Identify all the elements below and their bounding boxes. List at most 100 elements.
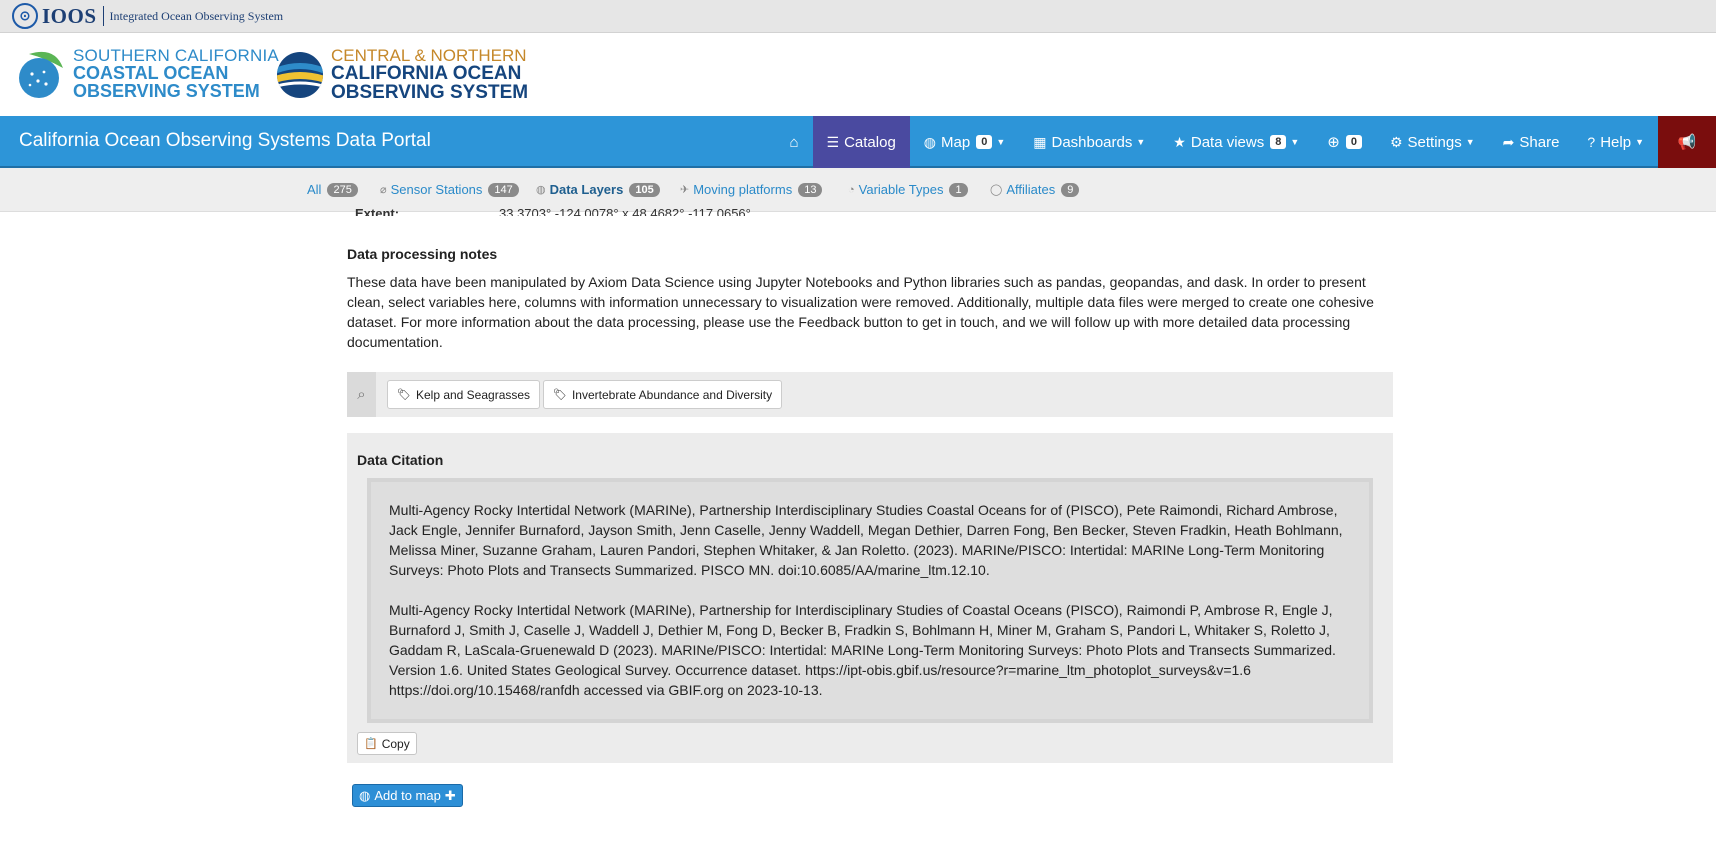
data-views-count-badge: 8 — [1270, 135, 1287, 149]
nav-share[interactable]: ➦ Share — [1489, 116, 1574, 168]
tag-invertebrate-abundance[interactable]: 🏷 Invertebrate Abundance and Diversity — [543, 380, 783, 409]
nav-announcements[interactable]: 📢 — [1658, 116, 1716, 168]
caret-down-icon: ▼ — [1465, 137, 1475, 147]
download-icon: ⊕ — [1327, 134, 1340, 151]
megaphone-icon: 📢 — [1677, 134, 1697, 151]
nav-map-label: Map — [941, 133, 971, 151]
cencoos-emblem-icon — [277, 51, 323, 98]
nav-dashboards-label: Dashboards — [1051, 133, 1133, 151]
tab-variable-types-count: 1 — [949, 182, 968, 197]
citation-section: Data Citation Multi-Agency Rocky Interti… — [347, 433, 1393, 763]
citation-paragraph-2: Multi-Agency Rocky Intertidal Network (M… — [389, 602, 1336, 698]
share-icon: ➦ — [1502, 133, 1515, 150]
copy-button[interactable]: 📋 Copy — [357, 732, 417, 755]
nav-downloads[interactable]: ⊕ 0 — [1313, 116, 1376, 168]
cencoos-line1: CENTRAL & NORTHERN — [331, 46, 527, 65]
nav-catalog-label: Catalog — [844, 133, 896, 151]
tab-sensor-stations[interactable]: ⌀ Sensor Stations 147 — [380, 182, 519, 197]
cencoos-line2: CALIFORNIA OCEAN — [331, 63, 522, 84]
tab-sensor-stations-count: 147 — [488, 182, 519, 197]
citation-text: Multi-Agency Rocky Intertidal Network (M… — [367, 478, 1373, 723]
map-count-badge: 0 — [976, 135, 993, 149]
caret-down-icon: ▼ — [1136, 137, 1146, 147]
nav-share-label: Share — [1519, 133, 1560, 151]
plus-icon: ✚ — [444, 787, 456, 803]
sccoos-emblem-icon — [19, 51, 63, 98]
tab-affiliates[interactable]: ◯ Affiliates 9 — [990, 182, 1080, 197]
star-icon: ★ — [1173, 133, 1186, 150]
ioos-separator — [102, 6, 104, 26]
nav-dashboards[interactable]: ▦ Dashboards ▼ — [1019, 116, 1159, 168]
cencoos-logo[interactable]: CENTRAL & NORTHERN CALIFORNIA OCEAN OBSE… — [275, 47, 528, 102]
tab-data-layers-label: Data Layers — [549, 182, 624, 197]
notes-body: These data have been manipulated by Axio… — [347, 274, 1374, 350]
nav-help[interactable]: ? Help ▼ — [1573, 116, 1658, 168]
sccoos-line2: COASTAL OCEAN — [73, 63, 229, 83]
list-icon: ☰ — [826, 133, 840, 150]
main-navbar: California Ocean Observing Systems Data … — [0, 116, 1716, 168]
thermometer-icon: ⌀ — [380, 184, 387, 196]
extent-label: Extent: — [355, 206, 400, 216]
globe-icon: ◍ — [359, 787, 371, 803]
tab-variable-types[interactable]: ◔ Variable Types 1 — [848, 182, 968, 197]
copy-label: Copy — [381, 736, 410, 751]
tag-label: Invertebrate Abundance and Diversity — [571, 387, 773, 402]
citation-paragraph-1: Multi-Agency Rocky Intertidal Network (M… — [389, 502, 1343, 578]
tab-moving-platforms-count: 13 — [798, 182, 823, 197]
portal-brand[interactable]: California Ocean Observing Systems Data … — [19, 130, 431, 152]
grid-icon: ▦ — [1033, 133, 1047, 150]
partner-logos: SOUTHERN CALIFORNIA COASTAL OCEAN OBSERV… — [0, 33, 1716, 115]
tag-kelp-and-seagrasses[interactable]: 🏷 Kelp and Seagrasses — [387, 380, 541, 409]
sccoos-line1: SOUTHERN CALIFORNIA — [73, 46, 279, 65]
tab-moving-platforms-label: Moving platforms — [693, 182, 793, 197]
sccoos-line3: OBSERVING SYSTEM — [73, 81, 260, 101]
tab-sensor-stations-label: Sensor Stations — [390, 182, 483, 197]
nav-items: ⌂ ☰ Catalog ◍ Map 0 ▼ ▦ Dashboards ▼ ★ D… — [775, 116, 1716, 168]
tab-data-layers[interactable]: ◍ Data Layers 105 — [536, 182, 660, 197]
downloads-count-badge: 0 — [1345, 135, 1362, 149]
home-icon: ⌂ — [789, 133, 799, 151]
globe-icon: ◍ — [536, 184, 546, 196]
tab-moving-platforms[interactable]: ✈ Moving platforms 13 — [680, 182, 823, 197]
clipboard-icon: 📋 — [364, 738, 378, 750]
citation-heading: Data Citation — [357, 452, 444, 468]
gauge-icon: ◔ — [848, 183, 855, 196]
gear-icon: ⚙ — [1389, 133, 1403, 150]
tab-affiliates-count: 9 — [1061, 182, 1080, 197]
search-icon[interactable]: ⌕ — [347, 372, 376, 417]
tab-all[interactable]: All 275 — [307, 182, 358, 197]
globe-icon: ◍ — [923, 133, 937, 150]
nav-data-views[interactable]: ★ Data views 8 ▼ — [1159, 116, 1313, 168]
question-icon: ? — [1587, 134, 1596, 150]
nav-settings[interactable]: ⚙ Settings ▼ — [1376, 116, 1489, 168]
ioos-logo-icon[interactable]: ⊙ — [12, 3, 38, 29]
caret-down-icon: ▼ — [996, 137, 1006, 147]
sccoos-logo[interactable]: SOUTHERN CALIFORNIA COASTAL OCEAN OBSERV… — [15, 47, 279, 100]
notes-heading: Data processing notes — [347, 246, 498, 262]
tag-label: Kelp and Seagrasses — [415, 387, 531, 402]
ioos-subtitle: Integrated Ocean Observing System — [109, 8, 284, 23]
cencoos-line3: OBSERVING SYSTEM — [331, 82, 529, 103]
extent-value: 33.3703°,-124.0078° x 48.4682°,-117.0656… — [499, 206, 751, 216]
tab-affiliates-label: Affiliates — [1006, 182, 1056, 197]
caret-down-icon: ▼ — [1635, 137, 1644, 147]
ioos-name[interactable]: IOOS — [42, 4, 97, 29]
tab-all-count: 275 — [327, 182, 358, 197]
add-to-map-button[interactable]: ◍ Add to map ✚ — [352, 784, 463, 807]
nav-data-views-label: Data views — [1190, 133, 1265, 151]
ioos-header: ⊙ IOOS Integrated Ocean Observing System — [0, 0, 1716, 33]
tab-data-layers-count: 105 — [629, 182, 660, 197]
caret-down-icon: ▼ — [1290, 137, 1300, 147]
catalog-tabs: All 275 ⌀ Sensor Stations 147 ◍ Data Lay… — [0, 168, 1716, 212]
tags-bar: ⌕ 🏷 Kelp and Seagrasses 🏷 Invertebrate A… — [347, 372, 1393, 417]
plane-icon: ✈ — [680, 184, 690, 196]
nav-map[interactable]: ◍ Map 0 ▼ — [910, 116, 1019, 168]
nav-home[interactable]: ⌂ — [775, 116, 812, 168]
tab-variable-types-label: Variable Types — [858, 182, 944, 197]
nav-settings-label: Settings — [1407, 133, 1462, 151]
circle-icon: ◯ — [990, 184, 1003, 196]
nav-catalog[interactable]: ☰ Catalog — [812, 116, 910, 168]
tab-all-label: All — [307, 182, 322, 197]
tag-icon: 🏷 — [553, 389, 567, 401]
tag-icon: 🏷 — [397, 389, 411, 401]
